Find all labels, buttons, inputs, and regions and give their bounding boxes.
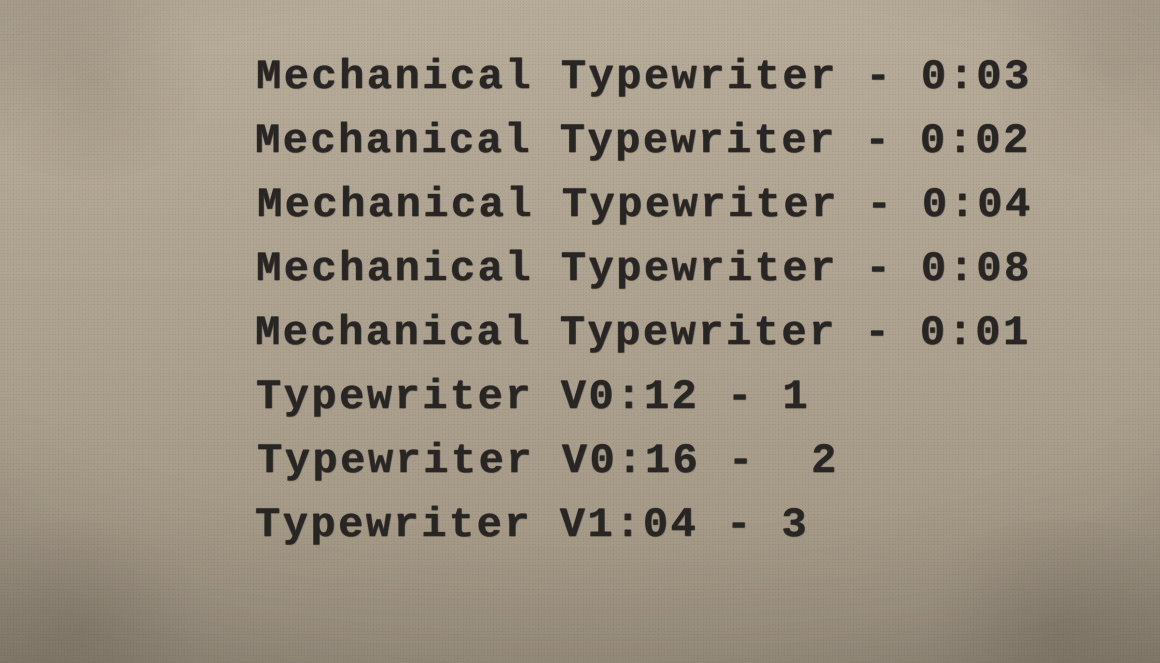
paper-smudge [0, 520, 220, 663]
typed-line: Mechanical Typewriter - 0:03 [256, 56, 1032, 98]
typed-line: Mechanical Typewriter - 0:08 [256, 248, 1032, 290]
typed-line: Typewriter V1:04 - 3 [255, 504, 1031, 546]
typed-line: Mechanical Typewriter - 0:02 [255, 120, 1031, 162]
typed-line: Mechanical Typewriter - 0:01 [255, 312, 1031, 354]
typed-line: Typewriter V0:16 - 2 [257, 440, 1033, 482]
typed-line: Mechanical Typewriter - 0:04 [257, 184, 1033, 226]
typed-text-block: Mechanical Typewriter - 0:03 Mechanical … [256, 56, 1032, 546]
typed-line: Typewriter V0:12 - 1 [256, 376, 1032, 418]
paper-smudge [0, 0, 220, 180]
